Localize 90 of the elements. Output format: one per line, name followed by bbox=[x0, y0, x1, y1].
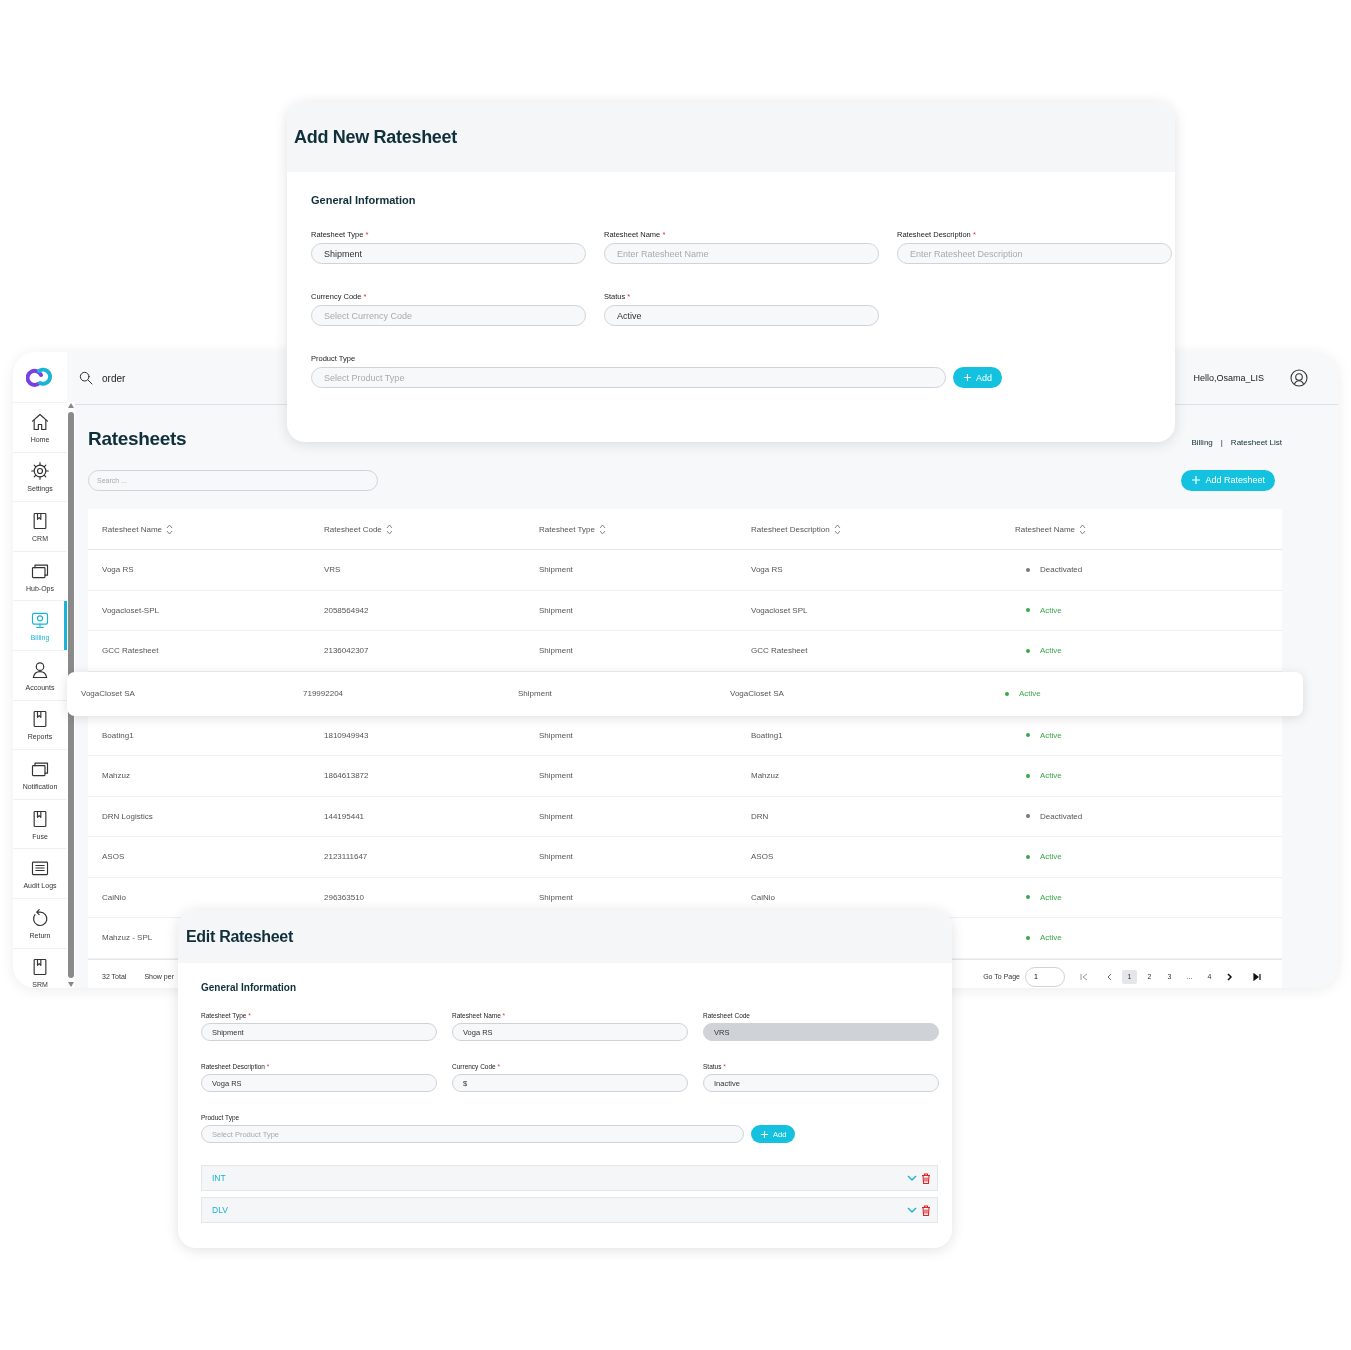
table-cell: Vogacloset-SPL bbox=[102, 605, 159, 615]
status-text: Active bbox=[1040, 730, 1062, 740]
input-field[interactable]: Shipment bbox=[311, 243, 586, 264]
plus-icon bbox=[1191, 475, 1202, 485]
table-cell: Shipment bbox=[539, 646, 573, 656]
logo-icon[interactable] bbox=[26, 367, 54, 387]
modal-title: Add New Ratesheet bbox=[294, 126, 457, 148]
sort-icon[interactable] bbox=[166, 523, 174, 535]
scroll-down-icon[interactable] bbox=[68, 982, 74, 987]
page-title: Ratesheets bbox=[88, 428, 187, 450]
trash-icon[interactable] bbox=[921, 1204, 931, 1216]
greeting-text: Hello,Osama_LIS bbox=[1193, 373, 1264, 383]
column-header[interactable]: Ratesheet Description bbox=[751, 524, 830, 534]
trash-icon[interactable] bbox=[921, 1172, 931, 1184]
highlighted-row[interactable]: VogaCloset SA 719992204 Shipment VogaCloset SA Active bbox=[67, 671, 1303, 716]
product-label: INT bbox=[212, 1173, 227, 1183]
chevron-icon[interactable] bbox=[907, 1205, 917, 1215]
sort-icon[interactable] bbox=[385, 523, 393, 535]
column-header[interactable]: Ratesheet Name bbox=[102, 524, 163, 534]
column-header[interactable]: Ratesheet Name bbox=[1015, 524, 1076, 534]
status-text: Active bbox=[1040, 605, 1062, 615]
status-text: Active bbox=[1040, 892, 1062, 902]
status-text: Active bbox=[1019, 689, 1041, 698]
gear-icon bbox=[30, 461, 50, 482]
table-cell: Shipment bbox=[539, 811, 573, 821]
chevron-icon[interactable] bbox=[907, 1173, 917, 1183]
table-cell: Shipment bbox=[539, 892, 573, 902]
person-icon bbox=[30, 659, 50, 680]
column-header[interactable]: Ratesheet Type bbox=[539, 524, 595, 534]
table-cell: Shipment bbox=[539, 852, 573, 862]
table-cell: GCC Ratesheet bbox=[751, 646, 808, 656]
table-cell: Shipment bbox=[539, 605, 573, 615]
section-title: General Information bbox=[201, 982, 297, 993]
table-cell: VRS bbox=[324, 565, 341, 575]
table-cell: GCC Ratesheet bbox=[102, 646, 159, 656]
table-cell: Vogacloset SPL bbox=[751, 605, 808, 615]
table-cell: Voga RS bbox=[751, 565, 783, 575]
input-field[interactable]: Active bbox=[604, 305, 879, 326]
table-cell: Mahzuz bbox=[102, 771, 130, 781]
column-header[interactable]: Ratesheet Code bbox=[324, 524, 382, 534]
rotate-icon bbox=[30, 907, 50, 928]
sort-icon[interactable] bbox=[833, 523, 841, 535]
table-cell: Mahzuz - SPL bbox=[102, 933, 153, 943]
search-field[interactable]: order bbox=[102, 372, 126, 384]
scroll-up-icon[interactable] bbox=[68, 403, 74, 408]
table-cell: ASOS bbox=[102, 852, 125, 862]
scrollbar[interactable] bbox=[67, 402, 75, 988]
table-cell: Boating1 bbox=[102, 730, 134, 740]
table-cell: Shipment bbox=[539, 565, 573, 575]
table-cell: 2136042307 bbox=[324, 646, 369, 656]
plus-icon bbox=[963, 373, 972, 382]
table-cell: 1810949943 bbox=[324, 730, 369, 740]
table-cell: ASOS bbox=[751, 852, 774, 862]
table-cell: VogaCloset SA bbox=[730, 689, 784, 698]
monitor-icon bbox=[30, 610, 50, 631]
breadcrumb-link[interactable]: Billing bbox=[1191, 437, 1213, 447]
table-cell: Shipment bbox=[539, 771, 573, 781]
table-cell: DRN Logistics bbox=[102, 811, 153, 821]
table-cell: 719992204 bbox=[303, 689, 344, 698]
table-cell: 2058564942 bbox=[324, 605, 369, 615]
breadcrumb-separator: | bbox=[1220, 437, 1223, 447]
status-text: Active bbox=[1040, 771, 1062, 781]
status-text: Active bbox=[1040, 933, 1062, 943]
status-text: Active bbox=[1040, 852, 1062, 862]
status-text: Active bbox=[1040, 646, 1062, 656]
table-cell: VogaCloset SA bbox=[81, 689, 135, 698]
section-title: General Information bbox=[311, 194, 417, 206]
breadcrumb-link[interactable]: Ratesheet List bbox=[1230, 437, 1282, 447]
sort-icon[interactable] bbox=[598, 523, 606, 535]
sort-icon[interactable] bbox=[1079, 523, 1087, 535]
table-cell: Shipment bbox=[539, 730, 573, 740]
table-cell: CaiNio bbox=[751, 892, 775, 902]
table-cell: Voga RS bbox=[102, 565, 134, 575]
table-cell: 144195441 bbox=[324, 811, 365, 821]
modal-title: Edit Ratesheet bbox=[186, 927, 293, 946]
table-cell: DRN bbox=[751, 811, 769, 821]
status-text: Deactivated bbox=[1040, 565, 1083, 575]
table-cell: 296363510 bbox=[324, 892, 365, 902]
plus-icon bbox=[760, 1129, 769, 1139]
house-icon bbox=[30, 411, 50, 432]
table-cell: CaiNio bbox=[102, 892, 126, 902]
table-cell: Mahzuz bbox=[751, 771, 779, 781]
table-cell: 2123111647 bbox=[324, 852, 368, 862]
table-cell: Boating1 bbox=[751, 730, 783, 740]
product-label: DLV bbox=[212, 1205, 229, 1215]
search-icon bbox=[78, 370, 94, 386]
user-icon[interactable] bbox=[1290, 369, 1308, 387]
status-text: Deactivated bbox=[1040, 811, 1083, 821]
table-cell: Shipment bbox=[518, 689, 552, 698]
table-cell: 1864613872 bbox=[324, 771, 369, 781]
